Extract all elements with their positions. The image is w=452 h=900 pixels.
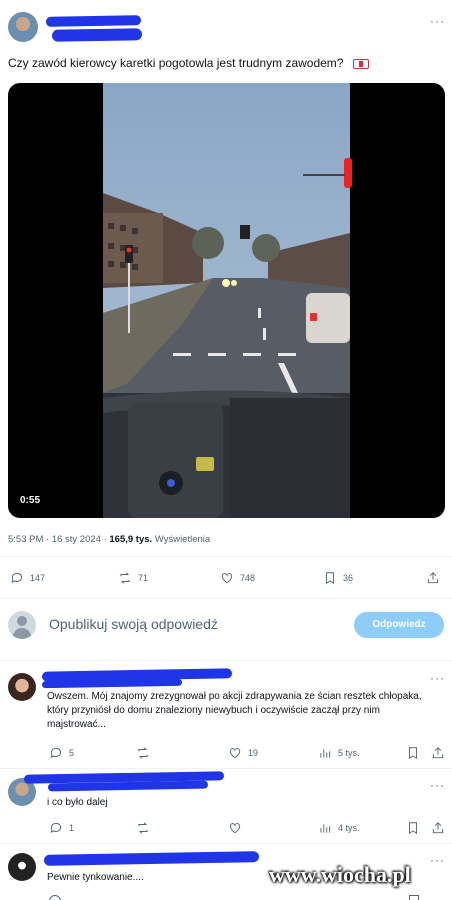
like-button[interactable]: 19 [228,746,258,760]
bookmark-icon [326,572,334,585]
reply-count: 147 [30,573,46,583]
share-icon [432,747,444,759]
reply-icon [50,747,62,758]
repost-icon [138,822,148,834]
watermark: www.wiocha.pl [269,862,411,887]
video-duration: 0:55 [20,495,41,506]
share-button[interactable] [426,571,440,585]
post-views-count: 165,9 tys. [109,534,153,545]
reply-text: i co było dalej [47,797,108,808]
divider [0,556,452,557]
redacted-reply-handle [47,780,209,792]
bookmark-icon [409,822,417,835]
reply-input[interactable]: Opublikuj swoją odpowiedź [49,616,218,632]
reply-avatar[interactable] [8,673,36,701]
redacted-reply-author [43,851,260,866]
reply-count: 5 [69,748,75,758]
bookmark-button[interactable] [406,746,420,760]
views-count: 5 tys. [338,748,360,758]
views-button[interactable]: 4 tys. [318,821,360,835]
redacted-author-name [45,15,142,27]
more-options-icon[interactable]: ··· [430,853,445,867]
reply-button[interactable]: 147 [10,571,45,585]
post-views-label: Wyświetlenia [152,534,211,545]
reply-button[interactable]: 5 [49,746,74,760]
repost-count: 71 [138,573,149,583]
divider [0,843,452,844]
heart-icon [221,573,233,584]
post-timestamp[interactable]: 5:53 PM · 16 sty 2024 · [8,534,109,545]
bookmark-icon [409,747,417,760]
divider [0,598,452,599]
like-button[interactable] [228,821,242,835]
post-text-row: Czy zawód kierowcy karetki pogotowla jes… [8,56,438,70]
share-icon [427,572,439,584]
divider [0,768,452,769]
repost-button[interactable] [136,746,150,760]
analytics-icon [320,824,331,833]
heart-icon [229,748,241,759]
reply-icon [11,572,23,583]
repost-button[interactable]: 71 [118,571,148,585]
views-button[interactable]: 5 tys. [318,746,360,760]
reply-avatar[interactable] [8,853,36,881]
views-count: 4 tys. [338,823,360,833]
reply-text: Pewnie tynkowanie.... [47,872,144,883]
bookmark-count: 36 [343,573,354,583]
redacted-reply-handle [41,678,183,689]
video-duration-badge: 0:55 [16,493,45,508]
video-frame [103,83,352,518]
reply-count: 1 [69,823,75,833]
divider [0,660,452,661]
more-options-icon[interactable]: ··· [430,671,445,685]
share-button[interactable] [431,746,445,760]
reply-submit-button[interactable]: Odpowiedz [354,612,444,638]
bookmark-button[interactable] [406,821,420,835]
repost-button[interactable] [136,821,150,835]
reply-text: Owszem. Mój znajomy zrezygnował po akcji… [47,691,422,730]
reply-icon [50,822,62,833]
post-meta: 5:53 PM · 16 sty 2024 · 165,9 tys. Wyświ… [8,534,210,545]
more-options-icon[interactable]: ··· [430,14,445,28]
analytics-icon [320,749,331,758]
author-avatar[interactable] [8,12,38,42]
bookmark-button[interactable]: 36 [323,571,353,585]
reply-button[interactable]: 1 [49,821,74,835]
heart-icon [229,823,241,834]
repost-icon [138,747,148,759]
partial-action-row [49,893,444,900]
redacted-author-handle [51,28,143,42]
post-text: Czy zawód kierowcy karetki pogotowla jes… [8,56,344,70]
ambulance-emoji-icon [352,58,369,69]
share-button[interactable] [431,821,445,835]
like-button[interactable]: 748 [220,571,255,585]
like-count: 19 [248,748,259,758]
more-options-icon[interactable]: ··· [430,778,445,792]
like-count: 748 [240,573,256,583]
share-icon [432,822,444,834]
repost-icon [120,572,130,584]
user-avatar [8,611,36,639]
video-player[interactable]: 0:55 [8,83,445,518]
